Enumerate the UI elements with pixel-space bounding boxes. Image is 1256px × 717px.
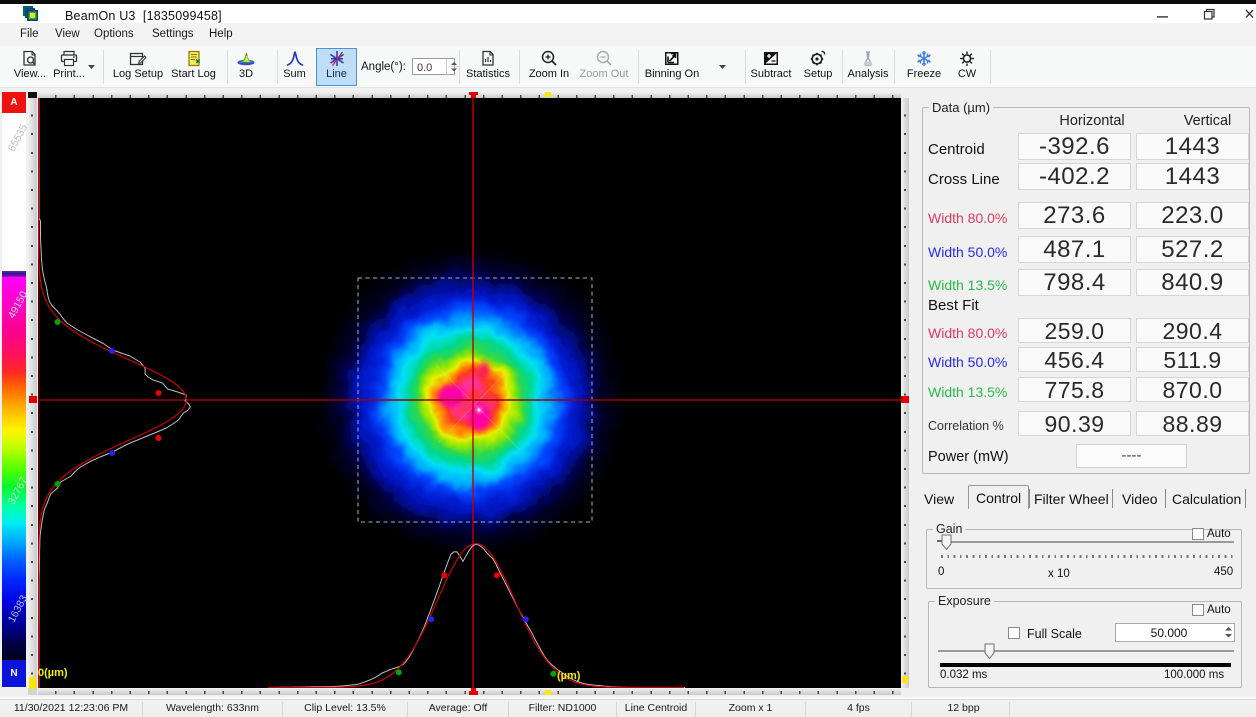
svg-text:(µm): (µm) — [557, 670, 581, 682]
svg-text:0(µm): 0(µm) — [38, 667, 68, 679]
